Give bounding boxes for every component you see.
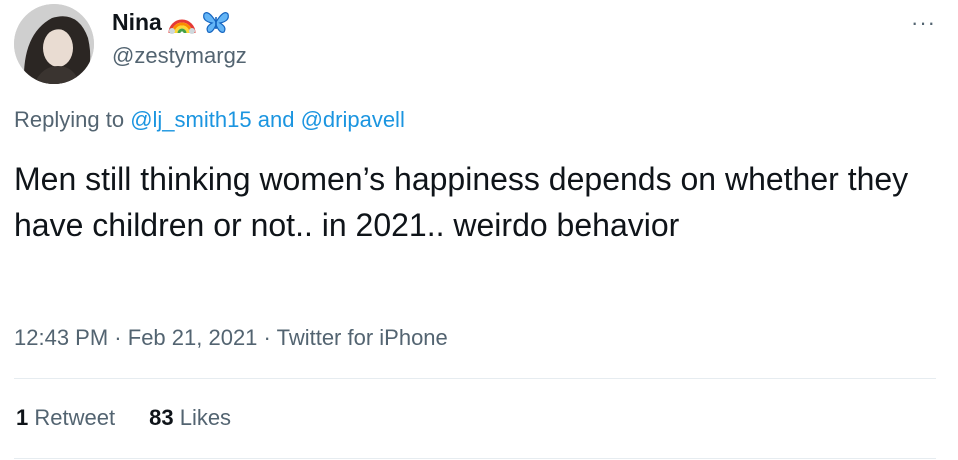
meta-separator: · [263, 325, 271, 350]
likes-count: 83 [149, 405, 174, 430]
tweet-source[interactable]: Twitter for iPhone [277, 325, 448, 350]
reply-user-link[interactable]: @dripavell [301, 107, 405, 132]
reply-user-link[interactable]: @lj_smith15 [130, 107, 251, 132]
rainbow-emoji-icon [168, 9, 196, 35]
tweet-meta: 12:43 PM · Feb 21, 2021 · Twitter for iP… [14, 324, 448, 352]
butterfly-emoji-icon [202, 9, 230, 35]
reply-connector: and [257, 107, 295, 132]
tweet-stats: 1 Retweet 83 Likes [16, 404, 231, 432]
tweet-card: Nina @zestymargz ··· Replying to @lj_smi… [0, 0, 958, 460]
replying-to: Replying to @lj_smith15 and @dripavell [14, 106, 405, 134]
avatar-photo [14, 4, 94, 84]
divider [14, 458, 936, 459]
likes-stat[interactable]: 83 Likes [149, 404, 231, 432]
retweets-count: 1 [16, 405, 29, 430]
retweets-stat[interactable]: 1 Retweet [16, 404, 115, 432]
retweets-label: Retweet [34, 405, 116, 430]
display-name[interactable]: Nina [112, 8, 162, 36]
author-name-row: Nina [112, 8, 230, 36]
more-options-icon[interactable]: ··· [911, 10, 936, 36]
tweet-time[interactable]: 12:43 PM [14, 325, 108, 350]
author-handle[interactable]: @zestymargz [112, 42, 247, 70]
divider [14, 378, 936, 379]
replying-to-prefix: Replying to [14, 107, 125, 132]
avatar[interactable] [14, 4, 94, 84]
tweet-text: Men still thinking women’s happiness dep… [14, 161, 909, 243]
tweet-date[interactable]: Feb 21, 2021 [128, 325, 258, 350]
meta-separator: · [114, 325, 122, 350]
likes-label: Likes [179, 405, 232, 430]
